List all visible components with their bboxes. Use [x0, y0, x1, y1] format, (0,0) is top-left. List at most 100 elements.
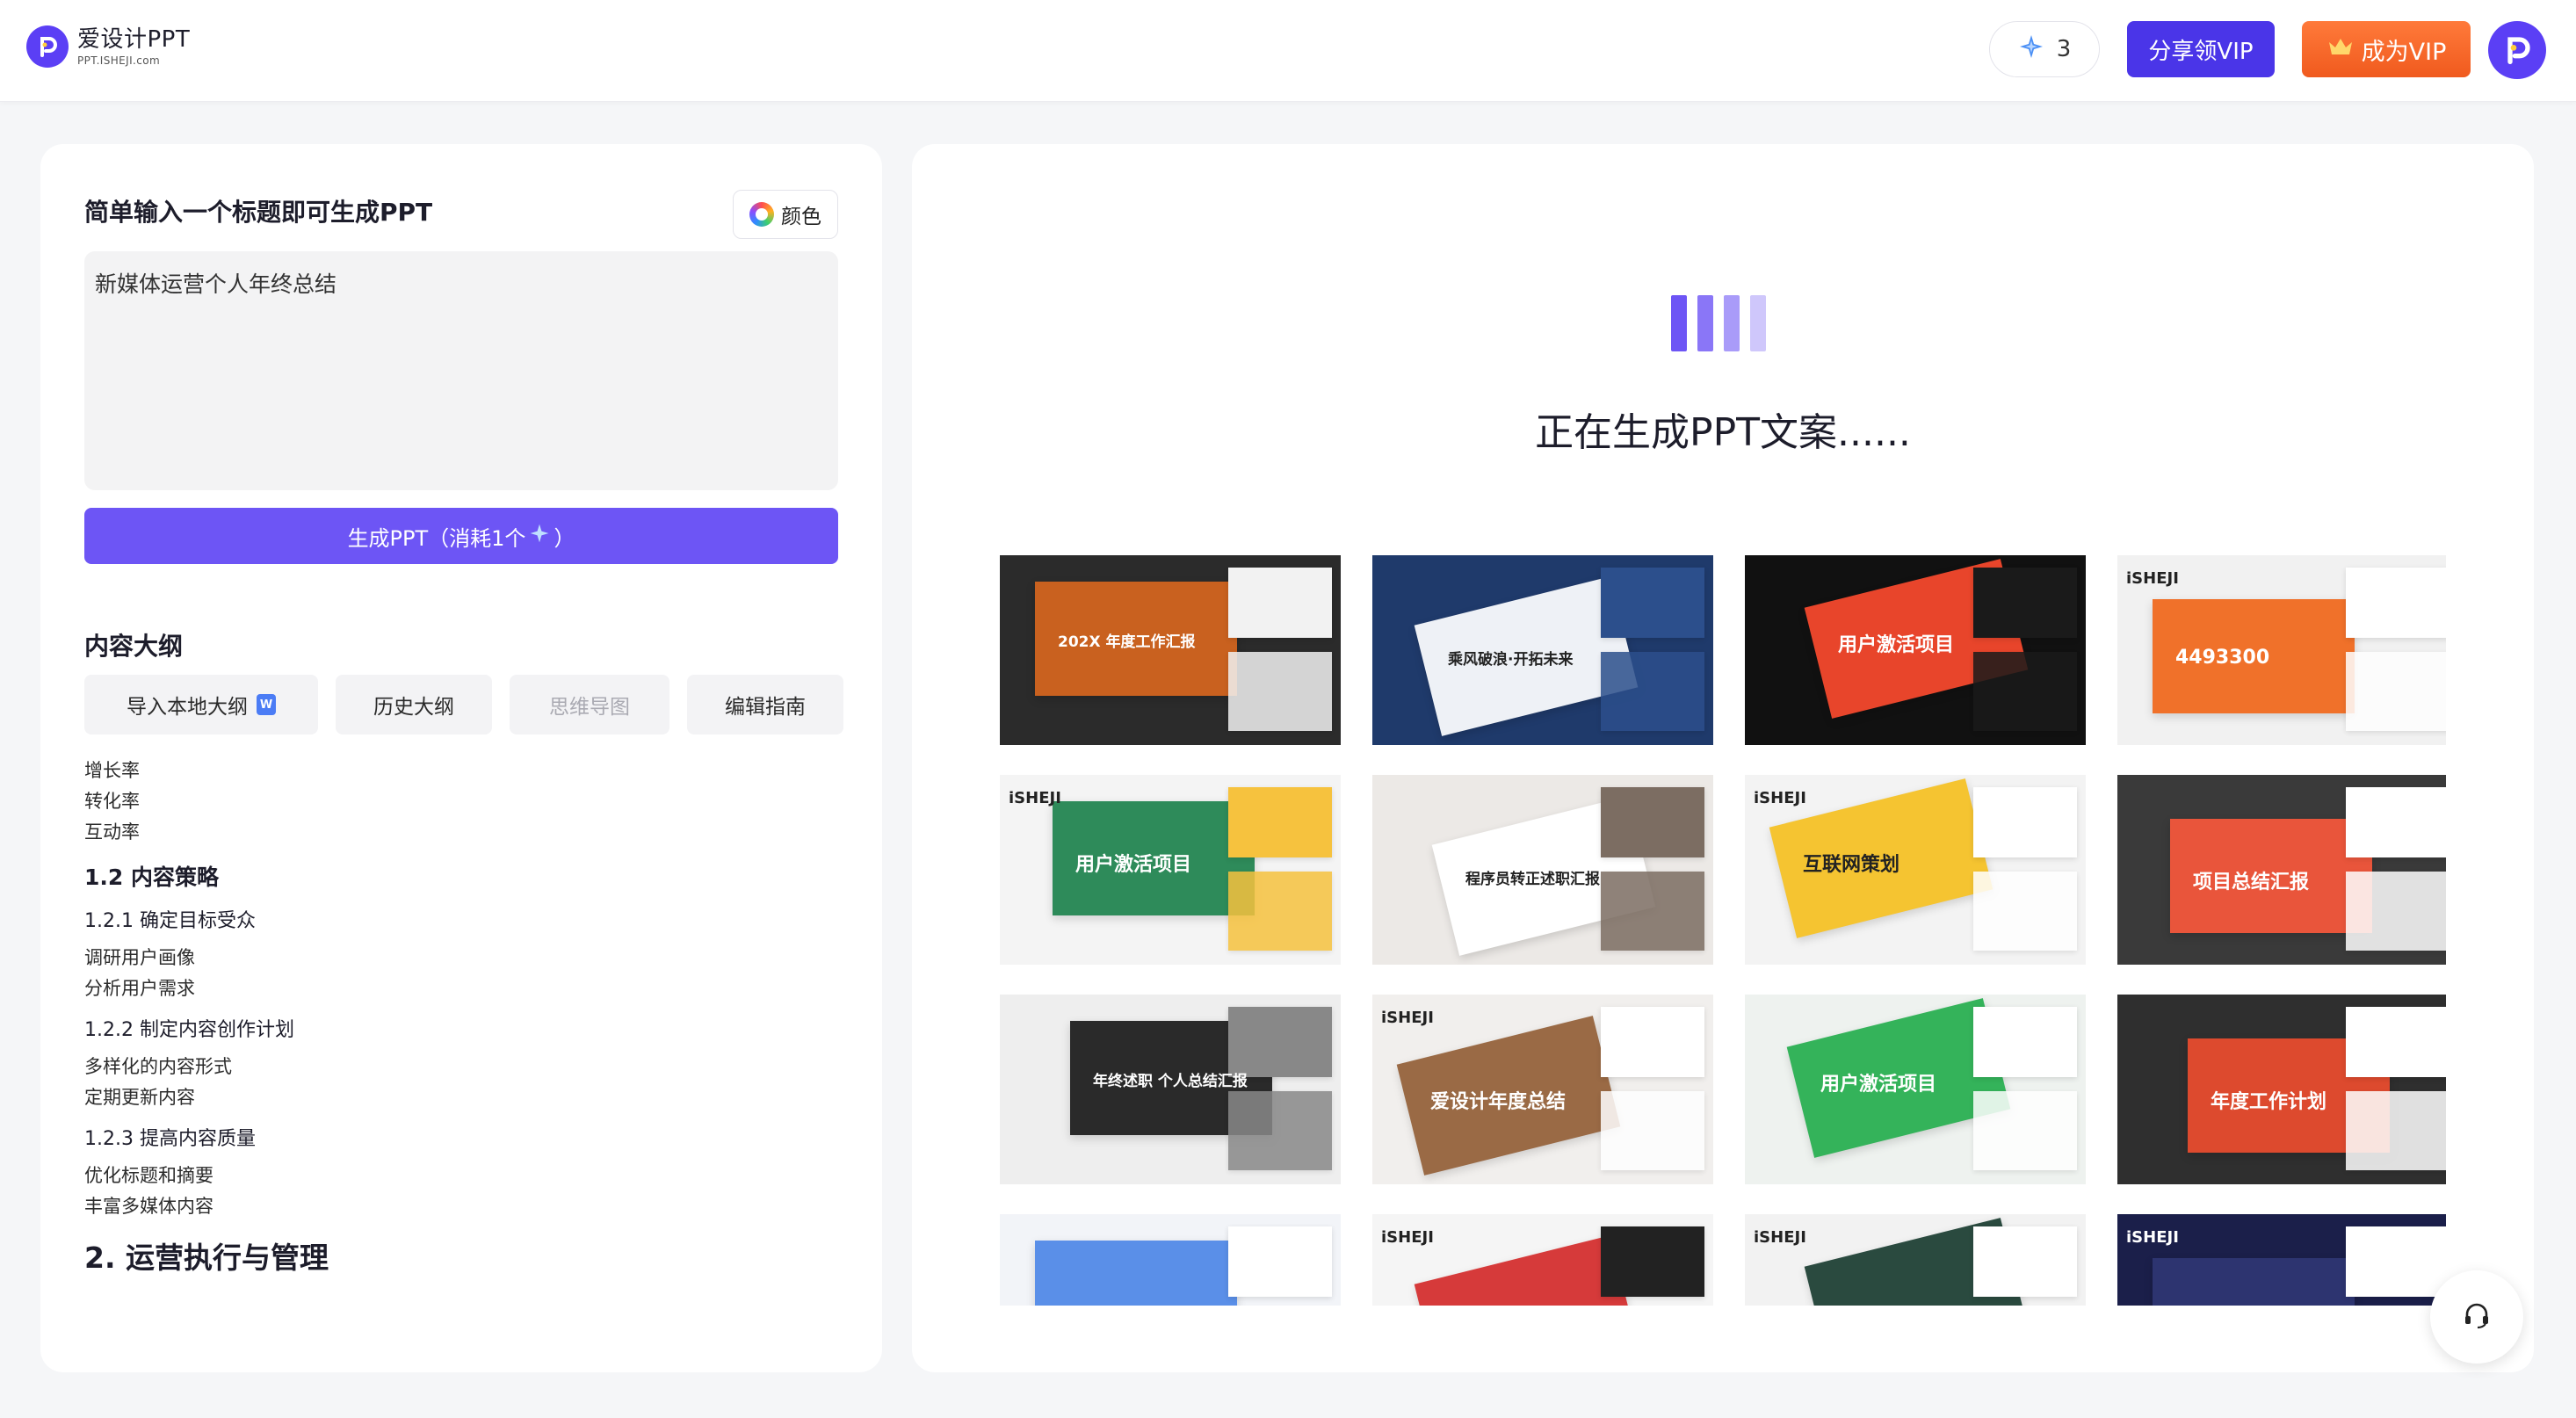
template-slide-block — [1601, 1007, 1704, 1077]
word-icon: W — [257, 694, 276, 715]
credits-count: 3 — [2056, 36, 2072, 62]
template-slide-block — [1973, 1007, 2077, 1077]
template-title: 乘风破浪·开拓未来 — [1448, 651, 1574, 669]
template-title: 用户激活项目 — [1838, 634, 1955, 656]
template-slide-block — [1601, 568, 1704, 638]
template-title: 项目总结汇报 — [2193, 872, 2310, 893]
template-thumbnail[interactable] — [1000, 1214, 1341, 1306]
loading-indicator — [1671, 295, 1766, 351]
import-outline-button[interactable]: 导入本地大纲 W — [84, 675, 318, 734]
outline-item: 调研用户画像 — [84, 947, 195, 968]
template-slide-block — [2346, 1091, 2446, 1170]
template-thumbnail[interactable]: 年终述职 个人总结汇报 — [1000, 995, 1341, 1184]
template-thumbnail[interactable]: iSHEJI 互联网策划 — [1745, 775, 2086, 965]
edit-guide-button[interactable]: 编辑指南 — [687, 675, 843, 734]
template-slide-block — [2346, 568, 2446, 638]
history-outline-label: 历史大纲 — [373, 696, 454, 719]
template-thumbnail[interactable]: iSHEJI 4493300 — [2117, 555, 2446, 745]
avatar[interactable] — [2488, 21, 2546, 79]
outline-content[interactable]: 增长率 转化率 互动率 1.2 内容策略 1.2.1 确定目标受众 调研用户画像… — [84, 756, 840, 1278]
template-thumbnail[interactable]: 程序员转正述职汇报 — [1372, 775, 1713, 965]
template-brand: iSHEJI — [1381, 1009, 1434, 1027]
template-thumbnail[interactable]: 202X 年度工作汇报 — [1000, 555, 1341, 745]
topic-input[interactable]: 新媒体运营个人年终总结 — [84, 251, 838, 490]
template-slide-block — [2346, 652, 2446, 731]
template-thumbnail[interactable]: iSHEJI 202X — [1372, 1214, 1713, 1306]
color-button[interactable]: 颜色 — [733, 190, 838, 239]
mindmap-label: 思维导图 — [549, 696, 630, 719]
template-slide-block — [1973, 872, 2077, 951]
template-brand: iSHEJI — [1754, 789, 1806, 807]
outline-title: 内容大纲 — [84, 632, 184, 661]
outline-heading: 1.2 内容策略 — [84, 865, 219, 890]
outline-section-heading: 2. 运营执行与管理 — [84, 1241, 329, 1275]
outline-subheading: 1.2.2 制定内容创作计划 — [84, 1019, 294, 1041]
template-brand: iSHEJI — [1381, 1228, 1434, 1247]
template-slide-block — [2346, 872, 2446, 951]
template-brand: iSHEJI — [1009, 789, 1061, 807]
outline-item: 多样化的内容形式 — [84, 1056, 232, 1077]
history-outline-button[interactable]: 历史大纲 — [336, 675, 492, 734]
template-slide-block — [1228, 1091, 1332, 1170]
template-thumbnail[interactable]: 乘风破浪·开拓未来 — [1372, 555, 1713, 745]
template-slide-block — [1228, 652, 1332, 731]
logo[interactable]: 爱设计PPT PPT.ISHEJI.com — [26, 25, 190, 68]
template-slide-block — [1228, 872, 1332, 951]
template-slide-block — [2153, 1258, 2355, 1306]
credits-badge[interactable]: 3 — [1989, 21, 2100, 77]
template-grid: 202X 年度工作汇报 乘风破浪·开拓未来 用户激活项目 iSHEJI 4493300 i… — [1000, 555, 2446, 1306]
sparkle-icon — [2018, 33, 2044, 66]
template-brand: iSHEJI — [2126, 1228, 2179, 1247]
template-slide-block — [2346, 1007, 2446, 1077]
template-thumbnail[interactable]: 年度工作计划 — [2117, 995, 2446, 1184]
outline-item: 互动率 — [84, 821, 140, 843]
color-wheel-icon — [749, 202, 774, 227]
template-slide-block — [1601, 1226, 1704, 1297]
panel-title: 简单输入一个标题即可生成PPT — [84, 198, 433, 227]
loader-bar — [1724, 295, 1740, 351]
template-title: 202X 年度工作汇报 — [1058, 633, 1196, 651]
template-slide-block — [1228, 568, 1332, 638]
top-bar: 爱设计PPT PPT.ISHEJI.com 3 分享领VIP 成为VIP — [0, 0, 2576, 102]
template-slide-block — [1973, 568, 2077, 638]
preview-panel: 正在生成PPT文案...... 202X 年度工作汇报 乘风破浪·开拓未来 用户激活… — [912, 144, 2534, 1372]
template-title: 用户激活项目 — [1820, 1074, 1937, 1096]
template-slide-block — [2346, 1226, 2446, 1297]
become-vip-button[interactable]: 成为VIP — [2302, 21, 2471, 77]
template-slide-block — [1601, 872, 1704, 951]
template-slide-block — [1601, 787, 1704, 857]
template-thumbnail[interactable]: iSHEJI 爱设计年度总结 — [1372, 995, 1713, 1184]
template-title: 202X — [1439, 1302, 1512, 1306]
become-vip-label: 成为VIP — [2361, 38, 2447, 66]
generate-label: 生成PPT（消耗1个 — [347, 525, 526, 551]
template-title: 程序员转正述职汇报 — [1465, 871, 1600, 888]
template-title: 互联网策划 — [1803, 854, 1900, 876]
template-slide-block — [1035, 1241, 1237, 1306]
color-label: 颜色 — [781, 206, 821, 228]
template-thumbnail[interactable]: 项目总结汇报 — [2117, 775, 2446, 965]
template-brand: iSHEJI — [2126, 569, 2179, 588]
template-slide-block — [1973, 1091, 2077, 1170]
outline-item: 转化率 — [84, 791, 140, 812]
generate-ppt-button[interactable]: 生成PPT（消耗1个 ） — [84, 508, 838, 564]
template-slide-block — [2346, 787, 2446, 857]
outline-item: 分析用户需求 — [84, 978, 195, 999]
outline-tabs: 导入本地大纲 W 历史大纲 思维导图 编辑指南 — [84, 675, 843, 734]
template-slide-block — [1973, 652, 2077, 731]
template-thumbnail[interactable]: 用户激活项目 — [1745, 555, 2086, 745]
outline-item: 丰富多媒体内容 — [84, 1196, 213, 1217]
outline-item: 定期更新内容 — [84, 1087, 195, 1108]
mindmap-button[interactable]: 思维导图 — [510, 675, 669, 734]
template-thumbnail[interactable]: 用户激活项目 — [1745, 995, 2086, 1184]
outline-item: 优化标题和摘要 — [84, 1165, 213, 1186]
template-title: 年终述职 个人总结汇报 — [1093, 1073, 1248, 1090]
template-thumbnail[interactable]: iSHEJI 用户激活项目 — [1000, 775, 1341, 965]
edit-guide-label: 编辑指南 — [725, 696, 806, 719]
logo-icon — [26, 25, 69, 68]
template-slide-block — [1228, 787, 1332, 857]
input-panel: 简单输入一个标题即可生成PPT 颜色 新媒体运营个人年终总结 生成PPT（消耗1… — [40, 144, 882, 1372]
template-thumbnail[interactable]: iSHEJI — [1745, 1214, 2086, 1306]
customer-service-button[interactable] — [2430, 1270, 2523, 1364]
share-vip-button[interactable]: 分享领VIP — [2127, 21, 2275, 77]
template-thumbnail[interactable]: iSHEJI — [2117, 1214, 2446, 1306]
